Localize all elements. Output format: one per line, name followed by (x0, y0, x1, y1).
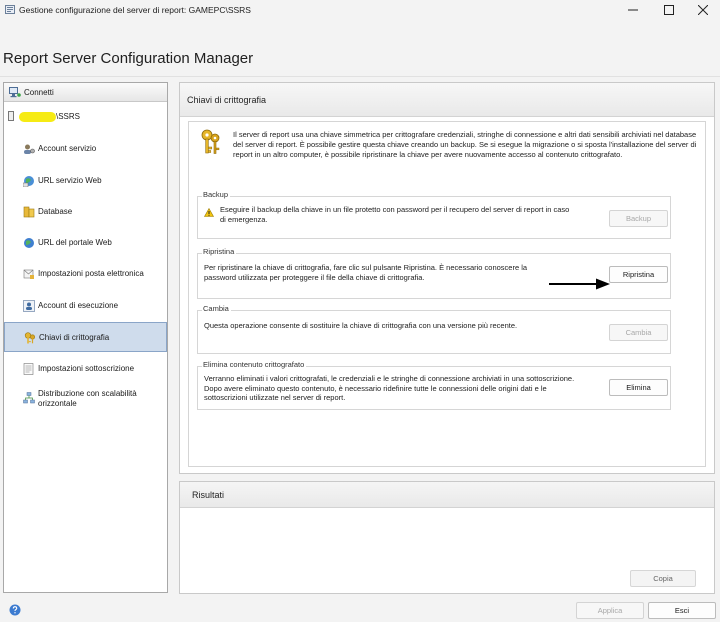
results-title: Risultati (192, 490, 225, 500)
execution-account-icon (23, 300, 35, 312)
minimize-icon (628, 9, 638, 11)
intro-description: Il server di report usa una chiave simme… (233, 130, 697, 159)
sidebar-item-label: Database (38, 207, 73, 216)
close-button[interactable] (686, 0, 720, 20)
arrow-pointer-icon (549, 278, 610, 290)
page-title: Chiavi di crittografia (187, 95, 267, 105)
encryption-keys-icon (24, 332, 36, 344)
restore-button[interactable]: Ripristina (609, 266, 668, 283)
sidebar-item-subscription-settings[interactable]: Impostazioni sottoscrizione (4, 354, 167, 384)
service-account-icon (24, 144, 35, 154)
sidebar-item-label: Impostazioni sottoscrizione (38, 364, 135, 373)
sidebar-item-database[interactable]: Database (4, 197, 167, 227)
backup-group: Backup Eseguire il backup della chiave i… (197, 190, 671, 239)
redacted-server-name (19, 112, 56, 122)
web-service-url-icon (23, 176, 34, 187)
backup-group-title: Backup (202, 190, 231, 199)
sidebar-item-scale-out[interactable]: Distribuzione con scalabilità orizzontal… (4, 385, 167, 415)
sidebar-item-encryption-keys[interactable]: Chiavi di crittografia (4, 322, 167, 352)
sidebar-item-execution-account[interactable]: Account di esecuzione (4, 291, 167, 321)
app-icon (5, 5, 15, 14)
sidebar-item-label: Account servizio (38, 144, 97, 153)
title-bar: Gestione configurazione del server di re… (0, 0, 720, 20)
delete-group-title: Elimina contenuto crittografato (202, 360, 307, 369)
copy-button[interactable]: Copia (630, 570, 696, 587)
backup-button[interactable]: Backup (609, 210, 668, 227)
server-node[interactable]: \SSRS (8, 110, 158, 124)
results-header: Risultati (180, 482, 714, 508)
backup-description: Eseguire il backup della chiave in un fi… (220, 205, 570, 224)
sidebar-item-label: Impostazioni posta elettronica (38, 269, 144, 278)
main-panel-header: Chiavi di crittografia (180, 83, 714, 117)
server-icon (8, 111, 14, 121)
keys-icon (201, 129, 220, 154)
sidebar-item-label: Account di esecuzione (38, 301, 119, 310)
change-group-title: Cambia (202, 304, 231, 313)
window-title: Gestione configurazione del server di re… (19, 5, 251, 15)
sidebar-item-label: URL del portale Web (38, 238, 112, 247)
change-button[interactable]: Cambia (609, 324, 668, 341)
sidebar-item-label: Chiavi di crittografia (39, 333, 110, 342)
warning-icon (204, 208, 214, 217)
email-settings-icon (23, 269, 34, 279)
minimize-button[interactable] (616, 0, 650, 20)
sidebar: Connetti \SSRS Account servizio URL serv… (3, 82, 168, 593)
sidebar-item-web-service-url[interactable]: URL servizio Web (4, 166, 167, 196)
web-portal-url-icon (24, 238, 34, 248)
sidebar-item-label: Distribuzione con scalabilità orizzontal… (38, 389, 137, 408)
delete-description: Verranno eliminati i valori crittografat… (204, 374, 575, 402)
sidebar-item-service-account[interactable]: Account servizio (4, 134, 167, 164)
sidebar-item-label: URL servizio Web (38, 176, 102, 185)
database-icon (23, 206, 35, 218)
app-header-title: Report Server Configuration Manager (3, 50, 254, 67)
restore-description: Per ripristinare la chiave di crittograf… (204, 263, 528, 282)
header-divider (0, 76, 720, 77)
connect-icon (9, 87, 21, 98)
subscription-settings-icon (23, 363, 34, 375)
main-panel: Chiavi di crittografia Il server di repo… (179, 82, 715, 474)
apply-button[interactable]: Applica (576, 602, 644, 619)
results-panel: Risultati Copia (179, 481, 715, 594)
maximize-icon (664, 5, 674, 15)
change-group: Cambia Questa operazione consente di sos… (197, 304, 671, 354)
encryption-keys-content: Il server di report usa una chiave simme… (188, 121, 706, 467)
delete-encrypted-content-group: Elimina contenuto crittografato Verranno… (197, 360, 671, 410)
sidebar-item-email-settings[interactable]: Impostazioni posta elettronica (4, 259, 167, 289)
sidebar-item-web-portal-url[interactable]: URL del portale Web (4, 228, 167, 258)
server-instance-name: \SSRS (56, 112, 81, 121)
scale-out-icon (23, 392, 35, 404)
change-description: Questa operazione consente di sostituire… (204, 321, 518, 330)
connect-label: Connetti (24, 88, 54, 97)
delete-button[interactable]: Elimina (609, 379, 668, 396)
help-icon[interactable] (9, 604, 21, 616)
exit-button[interactable]: Esci (648, 602, 716, 619)
connect-button[interactable]: Connetti (4, 83, 167, 102)
maximize-button[interactable] (652, 0, 686, 20)
restore-group-title: Ripristina (202, 247, 237, 256)
close-icon (698, 5, 708, 15)
restore-group: Ripristina Per ripristinare la chiave di… (197, 247, 671, 299)
